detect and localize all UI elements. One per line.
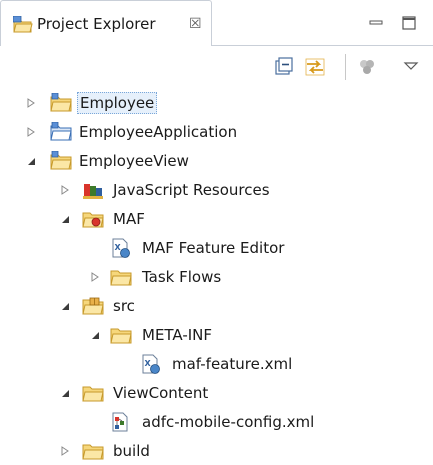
chevron-down-icon[interactable] xyxy=(26,156,36,166)
tree-row-employee-view[interactable]: EmployeeView xyxy=(0,148,433,174)
chevron-down-icon[interactable] xyxy=(60,214,70,224)
tree-label[interactable]: META-INF xyxy=(140,324,214,346)
chevron-down-icon[interactable] xyxy=(60,301,70,311)
tab-divider xyxy=(212,45,433,46)
tree-row-javascript-resources[interactable]: JavaScript Resources xyxy=(0,177,433,203)
tree-row-view-content[interactable]: ViewContent xyxy=(0,380,433,406)
tree-label[interactable]: JavaScript Resources xyxy=(111,179,272,201)
tree-row-employee-application[interactable]: EmployeeApplication xyxy=(0,119,433,145)
tree-row-task-flows[interactable]: Task Flows xyxy=(0,264,433,290)
view-tab-bar: Project Explorer ☒ xyxy=(0,0,433,46)
project-folder-icon xyxy=(50,151,72,170)
tab-title: Project Explorer xyxy=(37,15,156,33)
svg-text:X: X xyxy=(145,359,152,368)
tree-label[interactable]: Employee xyxy=(77,92,158,114)
xml-file-icon: X xyxy=(142,354,160,374)
tree-row-build[interactable]: build xyxy=(0,438,433,464)
javascript-library-icon xyxy=(83,184,103,199)
maximize-icon[interactable] xyxy=(400,14,418,32)
tree-row-maf[interactable]: MAF xyxy=(0,206,433,232)
tree-label[interactable]: EmployeeView xyxy=(77,150,191,172)
source-package-icon xyxy=(82,297,104,315)
tree-label[interactable]: build xyxy=(111,440,152,462)
tree-label[interactable]: src xyxy=(111,295,137,317)
tree-row-meta-inf[interactable]: META-INF xyxy=(0,322,433,348)
collapse-all-icon[interactable] xyxy=(273,56,295,78)
chevron-right-icon[interactable] xyxy=(60,185,70,195)
svg-text:X: X xyxy=(115,243,122,252)
filter-icon[interactable] xyxy=(356,56,378,78)
project-folder-icon xyxy=(50,93,72,112)
tree-label[interactable]: MAF xyxy=(111,208,147,230)
tree-row-maf-feature-xml[interactable]: X maf-feature.xml xyxy=(0,351,433,377)
chevron-right-icon[interactable] xyxy=(26,127,36,137)
tree-label[interactable]: adfc-mobile-config.xml xyxy=(140,411,316,433)
chevron-right-icon[interactable] xyxy=(90,272,100,282)
tab-project-explorer[interactable]: Project Explorer ☒ xyxy=(0,0,212,46)
close-icon[interactable]: ☒ xyxy=(189,17,203,31)
tree-label[interactable]: Task Flows xyxy=(140,266,223,288)
maf-feature-file-icon: X xyxy=(112,238,130,258)
project-explorer-icon xyxy=(13,16,33,33)
tree-label[interactable]: EmployeeApplication xyxy=(77,121,239,143)
tree-row-adfc-mobile-config[interactable]: adfc-mobile-config.xml xyxy=(0,409,433,435)
application-folder-icon xyxy=(50,122,72,141)
project-explorer-view: Project Explorer ☒ Employee EmployeeAppl… xyxy=(0,0,433,465)
tree-row-maf-feature-editor[interactable]: X MAF Feature Editor xyxy=(0,235,433,261)
view-menu-icon[interactable] xyxy=(400,56,422,78)
tree-label[interactable]: maf-feature.xml xyxy=(170,353,294,375)
tree-row-employee[interactable]: Employee xyxy=(0,90,433,116)
chevron-right-icon[interactable] xyxy=(26,98,36,108)
tree-label[interactable]: MAF Feature Editor xyxy=(140,237,286,259)
link-with-editor-icon[interactable] xyxy=(304,56,326,78)
tree-row-src[interactable]: src xyxy=(0,293,433,319)
toolbar-separator xyxy=(345,54,346,80)
chevron-right-icon[interactable] xyxy=(60,446,70,456)
taskflow-config-icon xyxy=(112,412,128,432)
folder-icon xyxy=(82,386,104,402)
chevron-down-icon[interactable] xyxy=(60,388,70,398)
maf-folder-icon xyxy=(82,212,104,228)
folder-icon xyxy=(110,270,132,286)
chevron-down-icon[interactable] xyxy=(90,330,100,340)
folder-icon xyxy=(82,444,104,460)
folder-icon xyxy=(110,328,132,344)
tree-label[interactable]: ViewContent xyxy=(111,382,210,404)
minimize-icon[interactable] xyxy=(367,14,385,32)
